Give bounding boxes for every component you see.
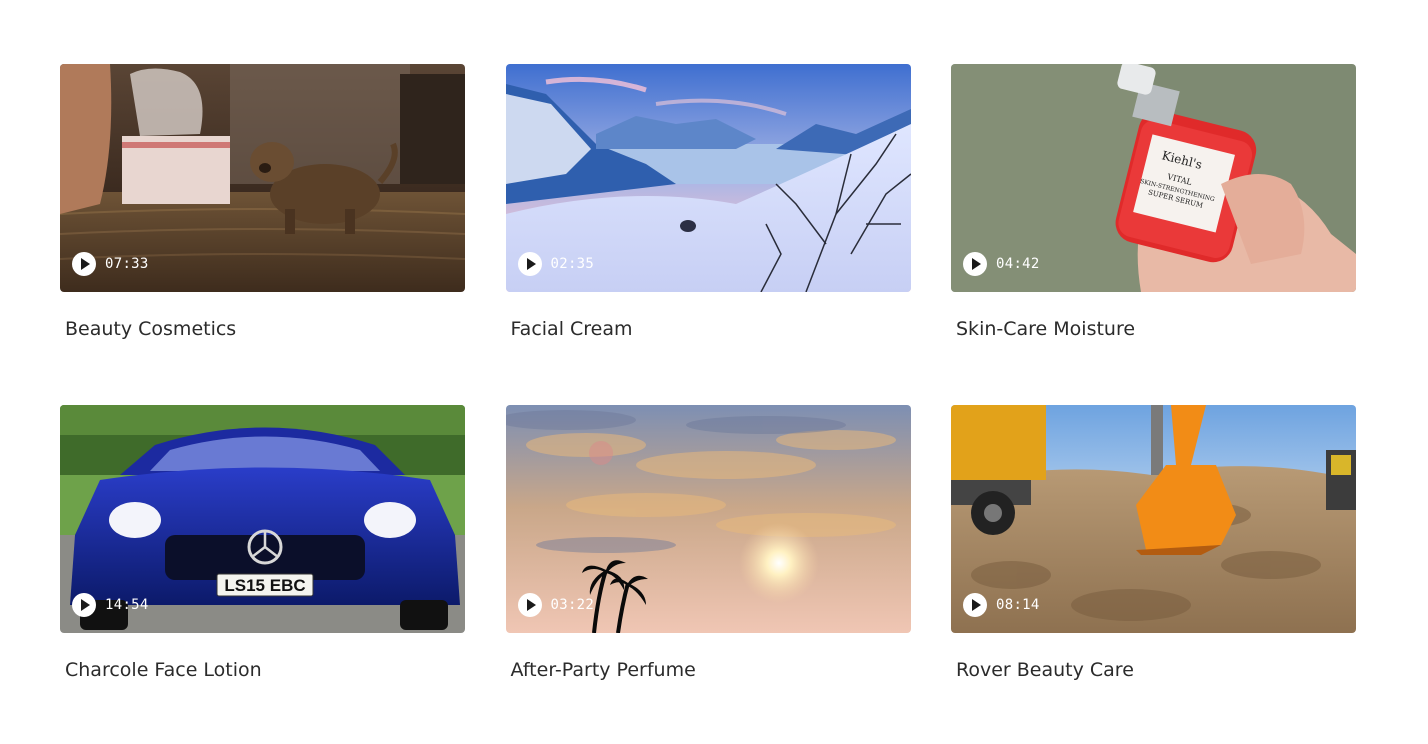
duration-label: 02:35 <box>550 256 595 272</box>
duration-overlay: 07:33 <box>72 252 149 276</box>
play-icon[interactable] <box>72 593 96 617</box>
video-card[interactable]: LS15 EBC 14:54 Charcole Face Lotion <box>60 405 465 684</box>
duration-overlay: 02:35 <box>517 252 595 276</box>
duration-label: 04:42 <box>996 256 1040 272</box>
video-thumbnail[interactable]: 07:33 <box>60 64 465 292</box>
play-icon[interactable] <box>517 252 542 276</box>
video-card[interactable]: 03:22 After-Party Perfume <box>505 405 911 684</box>
duration-label: 14:54 <box>105 597 149 613</box>
video-title[interactable]: Facial Cream <box>511 315 911 343</box>
play-icon[interactable] <box>72 252 96 276</box>
play-icon[interactable] <box>963 252 987 276</box>
play-icon[interactable] <box>517 593 542 617</box>
license-plate-text: LS15 EBC <box>224 576 305 595</box>
video-thumbnail[interactable]: 02:35 <box>505 64 911 292</box>
video-thumbnail[interactable]: LS15 EBC 14:54 <box>60 405 465 633</box>
video-thumbnail[interactable]: Kiehl's VITAL SKIN-STRENGTHENING SUPER S… <box>951 64 1356 292</box>
duration-overlay: 14:54 <box>72 593 149 617</box>
video-title[interactable]: Beauty Cosmetics <box>65 315 465 343</box>
video-title[interactable]: Rover Beauty Care <box>956 656 1356 684</box>
duration-label: 08:14 <box>996 597 1040 613</box>
duration-overlay: 08:14 <box>963 593 1040 617</box>
play-icon[interactable] <box>963 593 987 617</box>
video-thumbnail[interactable]: 03:22 <box>505 405 911 633</box>
video-title[interactable]: After-Party Perfume <box>511 656 911 684</box>
duration-overlay: 03:22 <box>517 593 595 617</box>
video-grid: 07:33 Beauty Cosmetics 02:35 Facial Crea… <box>60 64 1356 684</box>
video-card[interactable]: 08:14 Rover Beauty Care <box>951 405 1356 684</box>
duration-overlay: 04:42 <box>963 252 1040 276</box>
video-title[interactable]: Charcole Face Lotion <box>65 656 465 684</box>
video-card[interactable]: 07:33 Beauty Cosmetics <box>60 64 465 343</box>
video-card[interactable]: 02:35 Facial Cream <box>505 64 911 343</box>
video-card[interactable]: Kiehl's VITAL SKIN-STRENGTHENING SUPER S… <box>951 64 1356 343</box>
video-thumbnail[interactable]: 08:14 <box>951 405 1356 633</box>
duration-label: 03:22 <box>550 597 595 613</box>
duration-label: 07:33 <box>105 256 149 272</box>
video-title[interactable]: Skin-Care Moisture <box>956 315 1356 343</box>
